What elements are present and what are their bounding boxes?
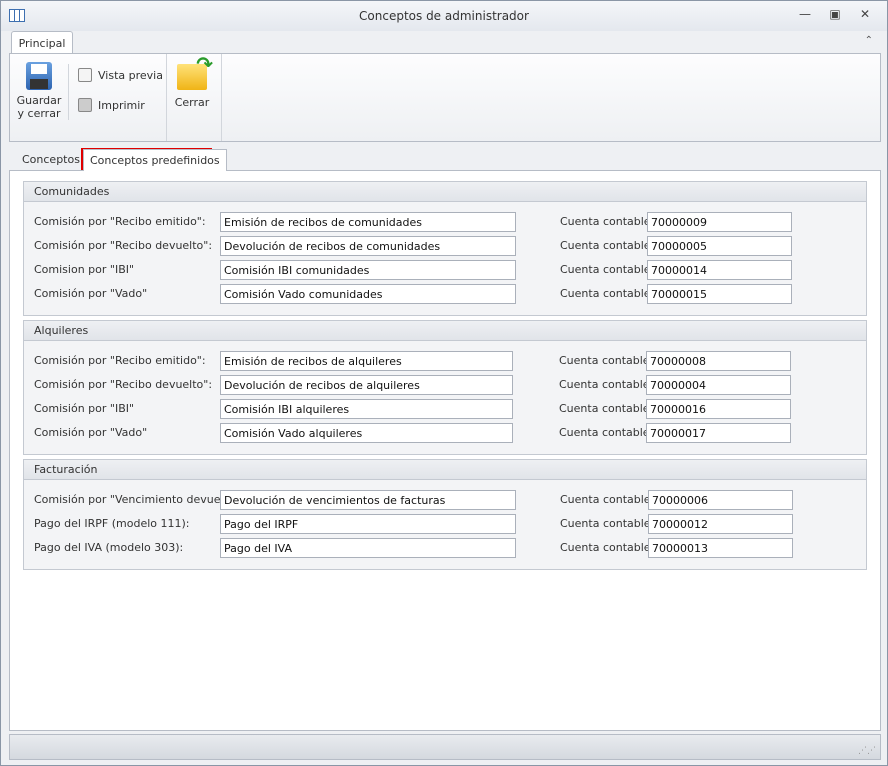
- account-input[interactable]: 70000004: [646, 375, 791, 395]
- form-row: Pago del IVA (modelo 303): Pago del IVA …: [24, 538, 866, 558]
- field-label: Comisión por "Recibo emitido":: [34, 215, 206, 228]
- concept-input[interactable]: Comisión Vado alquileres: [220, 423, 513, 443]
- account-label: Cuenta contable:: [560, 239, 655, 252]
- group-title: Comunidades: [24, 182, 866, 202]
- ribbon: Guardar y cerrar Vista previa Imprimir C…: [9, 52, 881, 142]
- field-label: Comisión por "Vencimiento devuelto":: [34, 493, 244, 506]
- form-row: Comisión por "Vado" Comisión Vado alquil…: [24, 423, 866, 443]
- preview-label: Vista previa: [98, 68, 163, 82]
- concept-input[interactable]: Pago del IVA: [220, 538, 516, 558]
- group-title: Alquileres: [24, 321, 866, 341]
- form-row: Comisión por "Recibo emitido": Emisión d…: [24, 351, 866, 371]
- print-label: Imprimir: [98, 98, 145, 112]
- printer-icon: [78, 98, 92, 112]
- account-label: Cuenta contable:: [559, 402, 654, 415]
- account-label: Cuenta contable:: [559, 354, 654, 367]
- group-comunidades: Comunidades Comisión por "Recibo emitido…: [23, 181, 867, 316]
- field-label: Pago del IRPF (modelo 111):: [34, 517, 190, 530]
- save-icon: [26, 62, 52, 90]
- account-label: Cuenta contable:: [559, 426, 654, 439]
- save-label: Guardar: [16, 94, 62, 107]
- account-input[interactable]: 70000016: [646, 399, 791, 419]
- status-bar: ⋰⋰: [9, 734, 881, 760]
- account-input[interactable]: 70000006: [648, 490, 793, 510]
- account-label: Cuenta contable:: [559, 378, 654, 391]
- tab-conceptos-predefinidos[interactable]: Conceptos predefinidos: [83, 149, 227, 171]
- account-input[interactable]: 70000017: [646, 423, 791, 443]
- preview-button[interactable]: Vista previa: [78, 68, 163, 82]
- account-label: Cuenta contable:: [560, 493, 655, 506]
- field-label: Comision por "IBI": [34, 263, 135, 276]
- collapse-ribbon-icon[interactable]: ⌃: [865, 35, 873, 46]
- close-button[interactable]: ✕: [856, 7, 874, 23]
- account-label: Cuenta contable:: [560, 287, 655, 300]
- account-input[interactable]: 70000014: [647, 260, 792, 280]
- account-label: Cuenta contable:: [560, 541, 655, 554]
- concept-input[interactable]: Emisión de recibos de comunidades: [220, 212, 516, 232]
- maximize-button[interactable]: ▣: [826, 7, 844, 23]
- concept-input[interactable]: Comisión IBI comunidades: [220, 260, 516, 280]
- concept-input[interactable]: Devolución de recibos de comunidades: [220, 236, 516, 256]
- concept-input[interactable]: Pago del IRPF: [220, 514, 516, 534]
- account-label: Cuenta contable:: [560, 517, 655, 530]
- tab-conceptos[interactable]: Conceptos: [16, 149, 86, 171]
- concept-input[interactable]: Emisión de recibos de alquileres: [220, 351, 513, 371]
- group-title: Facturación: [24, 460, 866, 480]
- field-label: Comisión por "IBI": [34, 402, 135, 415]
- title-bar: Conceptos de administrador — ▣ ✕: [1, 1, 887, 31]
- save-label-2: y cerrar: [17, 107, 61, 120]
- account-input[interactable]: 70000009: [647, 212, 792, 232]
- window-title: Conceptos de administrador: [359, 9, 529, 23]
- form-row: Comisión por "Vencimiento devuelto": Dev…: [24, 490, 866, 510]
- concept-input[interactable]: Comisión Vado comunidades: [220, 284, 516, 304]
- concept-input[interactable]: Devolución de vencimientos de facturas: [220, 490, 516, 510]
- field-label: Comisión por "Recibo devuelto":: [34, 239, 213, 252]
- account-input[interactable]: 70000005: [647, 236, 792, 256]
- account-label: Cuenta contable:: [560, 215, 655, 228]
- concept-input[interactable]: Devolución de recibos de alquileres: [220, 375, 513, 395]
- resize-grip-icon[interactable]: ⋰⋰: [858, 746, 876, 756]
- window: Conceptos de administrador — ▣ ✕ Princip…: [0, 0, 888, 766]
- account-input[interactable]: 70000013: [648, 538, 793, 558]
- close-label: Cerrar: [174, 96, 210, 109]
- preview-icon: [78, 68, 92, 82]
- form-row: Comisión por "Recibo devuelto": Devoluci…: [24, 375, 866, 395]
- account-input[interactable]: 70000012: [648, 514, 793, 534]
- account-input[interactable]: 70000015: [647, 284, 792, 304]
- close-form-button[interactable]: Cerrar: [172, 52, 213, 109]
- form-row: Comisión por "IBI" Comisión IBI alquiler…: [24, 399, 866, 419]
- group-alquileres: Alquileres Comisión por "Recibo emitido"…: [23, 320, 867, 455]
- minimize-button[interactable]: —: [796, 7, 814, 23]
- field-label: Comisión por "Vado": [34, 426, 148, 439]
- group-facturación: Facturación Comisión por "Vencimiento de…: [23, 459, 867, 570]
- field-label: Comisión por "Vado": [34, 287, 148, 300]
- form-row: Comisión por "Recibo emitido": Emisión d…: [24, 212, 866, 232]
- print-button[interactable]: Imprimir: [78, 98, 145, 112]
- form-row: Comision por "IBI" Comisión IBI comunida…: [24, 260, 866, 280]
- field-label: Comisión por "Recibo devuelto":: [34, 378, 213, 391]
- save-close-button[interactable]: Guardar y cerrar: [14, 56, 64, 120]
- field-label: Comisión por "Recibo emitido":: [34, 354, 206, 367]
- ribbon-tab-principal[interactable]: Principal: [11, 31, 73, 54]
- concept-input[interactable]: Comisión IBI alquileres: [220, 399, 513, 419]
- form-row: Comisión por "Vado" Comisión Vado comuni…: [24, 284, 866, 304]
- folder-exit-icon: [177, 52, 213, 90]
- form-row: Comisión por "Recibo devuelto": Devoluci…: [24, 236, 866, 256]
- field-label: Pago del IVA (modelo 303):: [34, 541, 184, 554]
- form-row: Pago del IRPF (modelo 111): Pago del IRP…: [24, 514, 866, 534]
- account-label: Cuenta contable:: [560, 263, 655, 276]
- account-input[interactable]: 70000008: [646, 351, 791, 371]
